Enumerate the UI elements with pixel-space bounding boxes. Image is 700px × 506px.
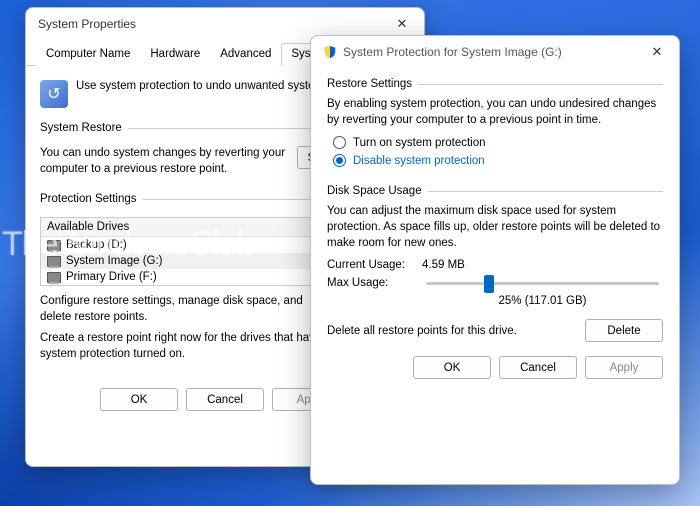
radio-icon <box>333 136 346 149</box>
drive-name: Primary Drive (F:) <box>66 271 319 283</box>
dialog-title: System Properties <box>38 17 136 31</box>
restore-settings-legend: Restore Settings <box>327 78 418 90</box>
tab-hardware[interactable]: Hardware <box>140 43 210 66</box>
delete-text: Delete all restore points for this drive… <box>327 325 585 337</box>
configure-text: Configure restore settings, manage disk … <box>40 294 319 325</box>
delete-button[interactable]: Delete <box>585 319 663 342</box>
drive-icon <box>47 272 61 283</box>
cancel-button[interactable]: Cancel <box>186 388 264 411</box>
disk-space-desc: You can adjust the maximum disk space us… <box>327 203 663 251</box>
dialog-title: System Protection for System Image (G:) <box>343 45 562 59</box>
radio-turn-on-label: Turn on system protection <box>353 137 486 149</box>
max-usage-value: 25% (117.01 GB) <box>422 295 663 307</box>
current-usage-label: Current Usage: <box>327 259 422 271</box>
restore-icon <box>40 80 68 108</box>
restore-settings-desc: By enabling system protection, you can u… <box>327 96 663 128</box>
slider-thumb-icon[interactable] <box>484 275 494 293</box>
max-usage-label: Max Usage: <box>327 277 422 289</box>
radio-disable[interactable]: Disable system protection <box>333 154 663 167</box>
tab-computer-name[interactable]: Computer Name <box>36 43 140 66</box>
system-protection-drive-dialog: System Protection for System Image (G:) … <box>310 35 680 485</box>
close-icon[interactable]: ✕ <box>643 38 671 66</box>
radio-turn-on[interactable]: Turn on system protection <box>333 136 663 149</box>
create-text: Create a restore point right now for the… <box>40 331 322 362</box>
apply-button[interactable]: Apply <box>585 356 663 379</box>
protection-settings-legend: Protection Settings <box>40 193 143 205</box>
drive-icon <box>47 256 61 267</box>
max-usage-slider[interactable] <box>426 282 659 285</box>
current-usage-value: 4.59 MB <box>422 259 465 271</box>
cancel-button[interactable]: Cancel <box>499 356 577 379</box>
titlebar[interactable]: System Protection for System Image (G:) … <box>311 36 679 68</box>
radio-icon <box>333 154 346 167</box>
close-icon[interactable]: ✕ <box>388 10 416 38</box>
tab-advanced[interactable]: Advanced <box>210 43 281 66</box>
col-available-drives[interactable]: Available Drives <box>41 218 319 236</box>
system-restore-legend: System Restore <box>40 122 128 134</box>
disk-space-legend: Disk Space Usage <box>327 185 428 197</box>
system-restore-text: You can undo system changes by reverting… <box>40 146 287 177</box>
drive-name: System Image (G:) <box>66 255 319 267</box>
drive-icon <box>47 240 61 251</box>
radio-disable-label: Disable system protection <box>353 155 485 167</box>
ok-button[interactable]: OK <box>100 388 178 411</box>
shield-icon <box>323 45 337 59</box>
ok-button[interactable]: OK <box>413 356 491 379</box>
drive-name: Backup (D:) <box>66 239 319 251</box>
